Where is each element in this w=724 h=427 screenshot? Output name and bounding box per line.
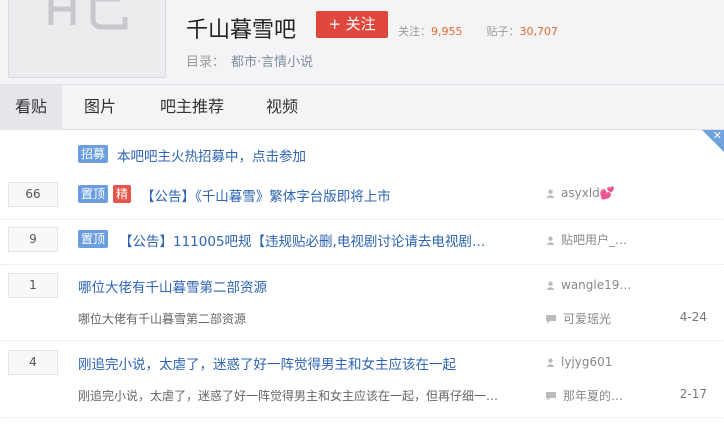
- divider: [0, 264, 724, 265]
- reply-count: 1: [8, 273, 58, 298]
- pinned-badge: 置顶: [78, 185, 109, 203]
- forum-category: 目录： 都市·言情小说: [186, 51, 313, 70]
- recruit-text[interactable]: 本吧吧主火热招募中，点击参加: [117, 145, 306, 165]
- last-reply-name[interactable]: 可爱瑶光: [563, 312, 611, 326]
- thread-title[interactable]: 【公告】《千山暮雪》繁体字台版即将上市: [141, 185, 391, 205]
- close-icon[interactable]: ✕: [713, 129, 722, 143]
- thread-row: 9 置顶 【公告】111005吧规【违规贴必删,电视剧讨论请去电视剧… 贴吧用户…: [0, 225, 724, 255]
- recruit-badge: 招募: [78, 145, 109, 163]
- reply-count: 4: [8, 350, 58, 375]
- divider: [0, 417, 724, 418]
- thread-row: 1 哪位大佬有千山暮雪第二部资源 wangle19… 哪位大佬有千山暮雪第二部资…: [0, 272, 724, 332]
- forum-header: 千山暮雪吧 + 关注 关注：9,955 贴子：30,707 目录： 都市·言情小说: [0, 0, 724, 85]
- thread-row: 66 置顶 精 【公告】《千山暮雪》繁体字台版即将上市 asyxld💕: [0, 180, 724, 210]
- comment-icon: [546, 392, 556, 401]
- follow-button[interactable]: + 关注: [316, 11, 388, 38]
- thread-author[interactable]: asyxld💕: [546, 186, 615, 200]
- thread-author[interactable]: wangle19…: [546, 278, 631, 292]
- tab-posts[interactable]: 看贴: [0, 85, 62, 129]
- tab-moderator-picks[interactable]: 吧主推荐: [160, 85, 224, 129]
- tab-images[interactable]: 图片: [84, 85, 116, 129]
- forum-avatar-icon: [48, 0, 128, 30]
- divider: [0, 340, 724, 341]
- last-reply[interactable]: 可爱瑶光: [546, 310, 611, 327]
- forum-title[interactable]: 千山暮雪吧: [186, 12, 296, 44]
- reply-count: 9: [8, 227, 58, 252]
- last-reply-date: 4-24: [679, 310, 707, 324]
- followers-count: 9,955: [431, 25, 463, 38]
- forum-avatar[interactable]: [8, 0, 166, 78]
- user-icon: [546, 281, 555, 290]
- thread-abstract: 刚追完小说，太虐了，迷惑了好一阵觉得男主和女主应该在一起，但再仔细一…: [78, 389, 499, 403]
- thread-abstract: 哪位大佬有千山暮雪第二部资源: [78, 312, 247, 326]
- category-label: 目录：: [186, 55, 226, 70]
- thread-title[interactable]: 【公告】111005吧规【违规贴必删,电视剧讨论请去电视剧…: [119, 230, 485, 250]
- posts-label: 贴子：: [486, 25, 520, 38]
- thread-title[interactable]: 刚追完小说，太虐了，迷惑了好一阵觉得男主和女主应该在一起: [78, 353, 456, 373]
- last-reply[interactable]: 那年夏的…: [546, 387, 623, 404]
- forum-stats: 关注：9,955 贴子：30,707: [398, 23, 582, 39]
- followers-label: 关注：: [398, 25, 431, 38]
- thread-title[interactable]: 哪位大佬有千山暮雪第二部资源: [78, 276, 267, 296]
- user-icon: [546, 358, 555, 367]
- posts-count: 30,707: [519, 25, 559, 38]
- divider: [0, 219, 724, 220]
- forum-tabs: 看贴 图片 吧主推荐 视频: [0, 85, 724, 130]
- thread-author[interactable]: 贴吧用户_…: [546, 231, 627, 248]
- pinned-badge: 置顶: [78, 230, 109, 248]
- featured-badge: 精: [113, 185, 132, 203]
- comment-icon: [546, 315, 556, 324]
- last-reply-name[interactable]: 那年夏的…: [563, 389, 623, 403]
- user-icon: [546, 189, 555, 198]
- author-name[interactable]: asyxld💕: [561, 186, 615, 200]
- tab-videos[interactable]: 视频: [266, 85, 298, 129]
- thread-author[interactable]: lyjyg601: [546, 355, 612, 369]
- last-reply-date: 2-17: [679, 387, 707, 401]
- thread-row: 4 刚追完小说，太虐了，迷惑了好一阵觉得男主和女主应该在一起 lyjyg601 …: [0, 349, 724, 409]
- author-name[interactable]: 贴吧用户_…: [561, 233, 627, 247]
- category-link[interactable]: 都市·言情小说: [231, 55, 313, 70]
- author-name[interactable]: wangle19…: [561, 278, 631, 292]
- reply-count: 66: [8, 182, 58, 207]
- recruit-row[interactable]: 招募 本吧吧主火热招募中，点击参加: [0, 143, 724, 169]
- author-name[interactable]: lyjyg601: [561, 355, 612, 369]
- user-icon: [546, 236, 555, 245]
